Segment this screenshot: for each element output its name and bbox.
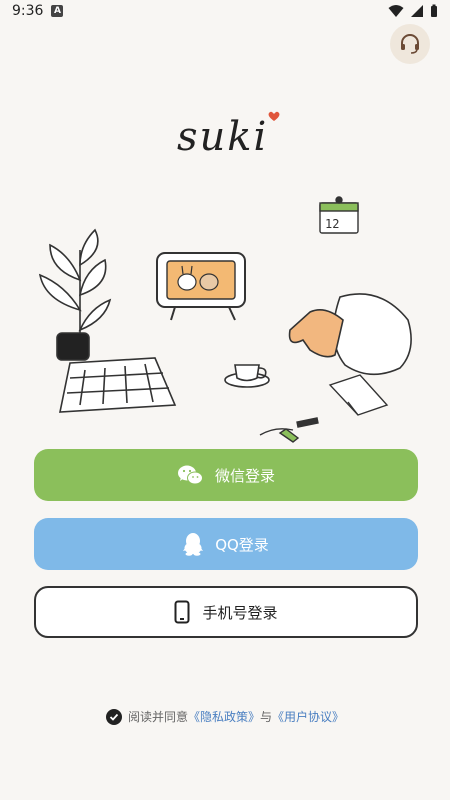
- suki-logo: suki: [177, 111, 280, 160]
- agreement-row: 阅读并同意《隐私政策》与《用户协议》: [0, 708, 450, 725]
- phone-login-label: 手机号登录: [202, 603, 278, 622]
- checkmark-icon: [109, 713, 119, 721]
- room-illustration: 12: [38, 196, 412, 443]
- coffee-cup-icon: [224, 364, 270, 388]
- signal-icon: [411, 5, 423, 17]
- heart-icon: [268, 111, 280, 121]
- svg-text:12: 12: [325, 217, 339, 231]
- plant-icon: [38, 228, 112, 361]
- status-bar: 9:36 A: [0, 0, 450, 22]
- agreement-connector: 与: [260, 710, 273, 724]
- headset-icon: [401, 34, 419, 54]
- book-icon: [328, 374, 389, 416]
- blanket-icon: [288, 293, 412, 376]
- agreement-prefix: 阅读并同意: [127, 710, 188, 724]
- phone-icon: [174, 600, 190, 624]
- wechat-login-label: 微信登录: [214, 466, 275, 485]
- status-time: 9:36: [12, 3, 44, 19]
- tv-icon: [156, 252, 246, 321]
- qq-penguin-icon: [183, 533, 204, 556]
- user-agreement-link[interactable]: 《用户协议》: [272, 710, 344, 724]
- rug-icon: [59, 357, 177, 413]
- wifi-icon: [388, 5, 404, 17]
- phone-login-button[interactable]: 手机号登录: [34, 586, 418, 638]
- qq-login-button[interactable]: QQ登录: [34, 518, 418, 570]
- qq-login-label: QQ登录: [215, 535, 269, 554]
- wechat-icon: [177, 465, 203, 485]
- wechat-login-button[interactable]: 微信登录: [34, 449, 418, 501]
- battery-icon: [431, 4, 437, 17]
- privacy-policy-link[interactable]: 《隐私政策》: [188, 710, 260, 724]
- notification-icon: A: [51, 5, 64, 17]
- customer-support-button[interactable]: [390, 24, 430, 64]
- svg-text:suki: suki: [177, 114, 268, 160]
- calendar-icon: 12: [319, 196, 359, 234]
- agreement-checkbox[interactable]: [105, 708, 122, 725]
- pencil-icon: [259, 417, 319, 443]
